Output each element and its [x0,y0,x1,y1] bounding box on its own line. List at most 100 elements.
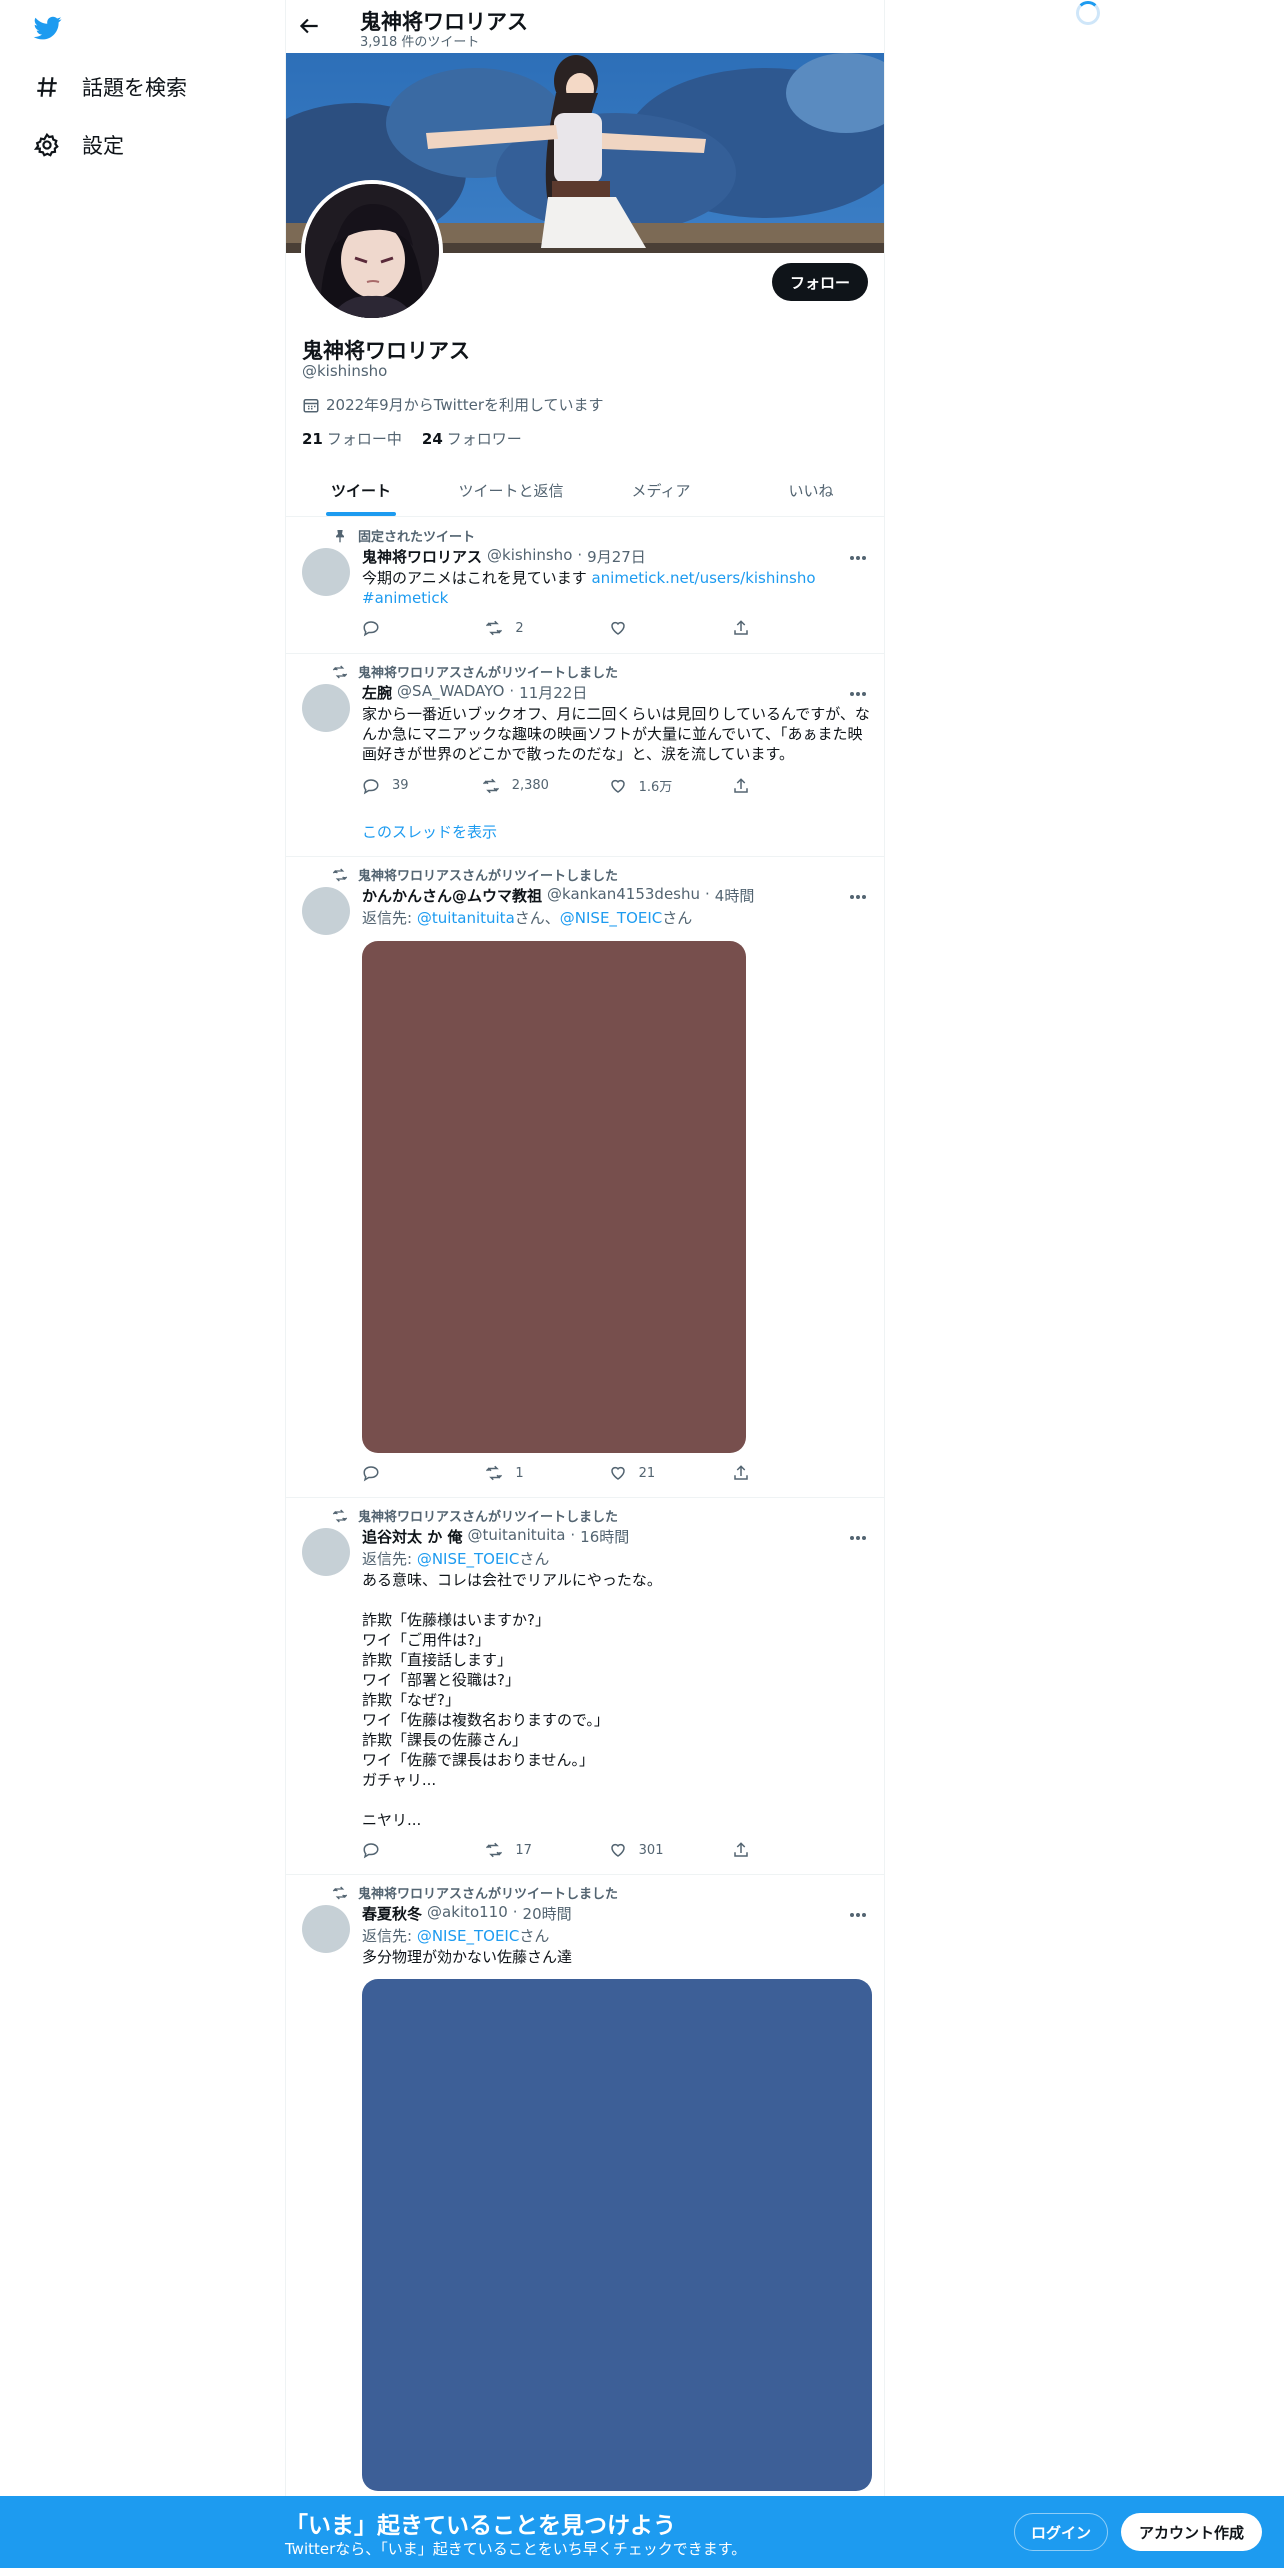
login-button[interactable]: ログイン [1014,2513,1109,2551]
more-options-icon[interactable] [846,887,870,907]
more-options-icon[interactable] [846,684,870,704]
sidebar-item-explore[interactable]: 話題を検索 [24,60,197,114]
author-handle[interactable]: @kankan4153deshu [547,885,700,906]
like-button[interactable]: 1.6万 [609,776,672,795]
retweet-icon [332,868,348,881]
show-thread-link[interactable]: このスレッドを表示 [362,821,497,842]
tweet-text: 多分物理が効かない佐藤さん達 [362,1948,573,1966]
retweet-context: 鬼神将ワロリアスさんがリツイートしました [332,865,618,884]
reply-button[interactable]: 39 [362,777,422,795]
tweet-time[interactable]: 20時間 [523,1903,572,1924]
heart-icon [610,779,625,793]
pin-icon [336,529,344,543]
author-handle[interactable]: @SA_WADAYO [397,682,504,703]
follow-button[interactable]: フォロー [771,263,868,301]
tweet-time[interactable]: 9月27日 [587,546,646,567]
followers-label: フォロワー [446,430,522,448]
tweet-card[interactable]: 鬼神将ワロリアスさんがリツイートしました 追谷対太 か 俺 @tuitanitu… [286,1498,884,1875]
followers-link[interactable]: 24 フォロワー [422,428,522,449]
reply-button[interactable] [362,619,422,637]
author-name[interactable]: 左腕 [362,682,392,703]
like-button[interactable] [609,619,669,637]
avatar[interactable] [302,548,350,596]
mention-link[interactable]: @NISE_TOEIC [417,1550,520,1568]
signup-prompt-subtitle: Twitterなら、「いま」起きていることをいち早くチェックできます。 [285,2540,747,2558]
author-name[interactable]: 春夏秋冬 [362,1903,422,1924]
author-handle[interactable]: @kishinsho [487,546,572,567]
tweet-card[interactable]: 固定されたツイート 鬼神将ワロリアス @kishinsho · 9月27日 今期… [286,518,884,654]
profile-avatar[interactable] [301,180,443,322]
share-button[interactable] [732,1841,792,1859]
like-button[interactable]: 21 [609,1464,669,1482]
sidebar-item-label: 設定 [82,134,124,158]
tab-media[interactable]: メディア [586,465,736,516]
tweet-card[interactable]: 鬼神将ワロリアスさんがリツイートしました かんかんさん@ムウマ教祖 @kanka… [286,857,884,1498]
retweet-button[interactable]: 1 [485,1464,545,1482]
author-handle[interactable]: @tuitanituita [467,1526,565,1547]
mention-link[interactable]: @NISE_TOEIC [417,1927,520,1945]
tweet-card[interactable]: 鬼神将ワロリアスさんがリツイートしました 春夏秋冬 @akito110 · 20… [286,1875,884,2568]
reply-to: 返信先: @NISE_TOEICさん [362,1927,550,1945]
reply-button[interactable] [362,1841,422,1859]
tweet-actions: 1 21 [362,1464,792,1482]
like-button[interactable]: 301 [609,1841,669,1859]
author-handle[interactable]: @akito110 [427,1903,508,1924]
author-name[interactable]: 鬼神将ワロリアス [362,546,482,567]
profile-tabs: ツイート ツイートと返信 メディア いいね [286,465,884,517]
mention-link[interactable]: @tuitanituita [417,909,515,927]
tab-tweets[interactable]: ツイート [286,465,436,516]
twitter-logo-icon[interactable] [32,14,64,42]
tab-tweets-and-replies[interactable]: ツイートと返信 [436,465,586,516]
reply-button[interactable] [362,1464,422,1482]
sidebar-item-settings[interactable]: 設定 [24,118,134,172]
tweet-media-image[interactable] [362,941,746,1453]
share-button[interactable] [732,1464,792,1482]
back-arrow-icon[interactable] [296,13,322,39]
following-link[interactable]: 21 フォロー中 [302,428,402,449]
heart-icon [610,621,625,635]
create-account-button[interactable]: アカウント作成 [1121,2513,1263,2551]
tweet-card[interactable]: 鬼神将ワロリアスさんがリツイートしました 左腕 @SA_WADAYO · 11月… [286,654,884,857]
mention-link[interactable]: @NISE_TOEIC [560,909,663,927]
tweet-link[interactable]: animetick.net/users/kishinsho [591,569,815,587]
reply-icon [363,1843,379,1859]
pinned-context: 固定されたツイート [332,526,475,545]
tweet-time[interactable]: 4時間 [715,885,755,906]
retweet-button[interactable]: 2 [485,619,545,637]
calendar-icon [303,398,319,412]
avatar[interactable] [302,1905,350,1953]
reply-to: 返信先: @NISE_TOEICさん [362,1550,550,1568]
avatar[interactable] [302,1528,350,1576]
heart-icon [610,1466,625,1480]
tweet-time[interactable]: 11月22日 [519,682,587,703]
hashtag-link[interactable]: #animetick [362,589,448,607]
avatar[interactable] [302,887,350,935]
header-tweet-count: 3,918 件のツイート [360,35,480,50]
sidebar-item-label: 話題を検索 [82,76,187,100]
retweet-button[interactable]: 17 [485,1841,545,1859]
more-options-icon[interactable] [846,548,870,568]
retweet-button[interactable]: 2,380 [482,777,549,795]
share-icon [734,1465,748,1480]
more-options-icon[interactable] [846,1528,870,1548]
more-options-icon[interactable] [846,1905,870,1925]
hashtag-icon [37,77,57,97]
gear-icon [34,132,59,157]
sidebar: 話題を検索 設定 [0,0,285,2568]
tweet-media-image[interactable] [362,1979,872,2491]
author-name[interactable]: かんかんさん@ムウマ教祖 [362,885,542,906]
tweet-text: ある意味、コレは会社でリアルにやったな。 詐欺「佐藤様はいますか?」 ワイ「ご用… [362,1571,662,1829]
reply-to: 返信先: @tuitanituitaさん、@NISE_TOEICさん [362,909,693,927]
tweet-time[interactable]: 16時間 [580,1526,629,1547]
profile-header-bar: 鬼神将ワロリアス 3,918 件のツイート [286,0,884,53]
retweet-icon [332,1886,348,1899]
loading-spinner-icon [1076,1,1100,25]
tab-likes[interactable]: いいね [736,465,884,516]
share-button[interactable] [732,619,792,637]
followers-count: 24 [421,430,443,448]
share-button[interactable] [732,777,792,795]
author-name[interactable]: 追谷対太 か 俺 [362,1526,462,1547]
tweet-header: 追谷対太 か 俺 @tuitanituita · 16時間 [362,1526,630,1547]
avatar[interactable] [302,684,350,732]
share-icon [734,777,748,793]
